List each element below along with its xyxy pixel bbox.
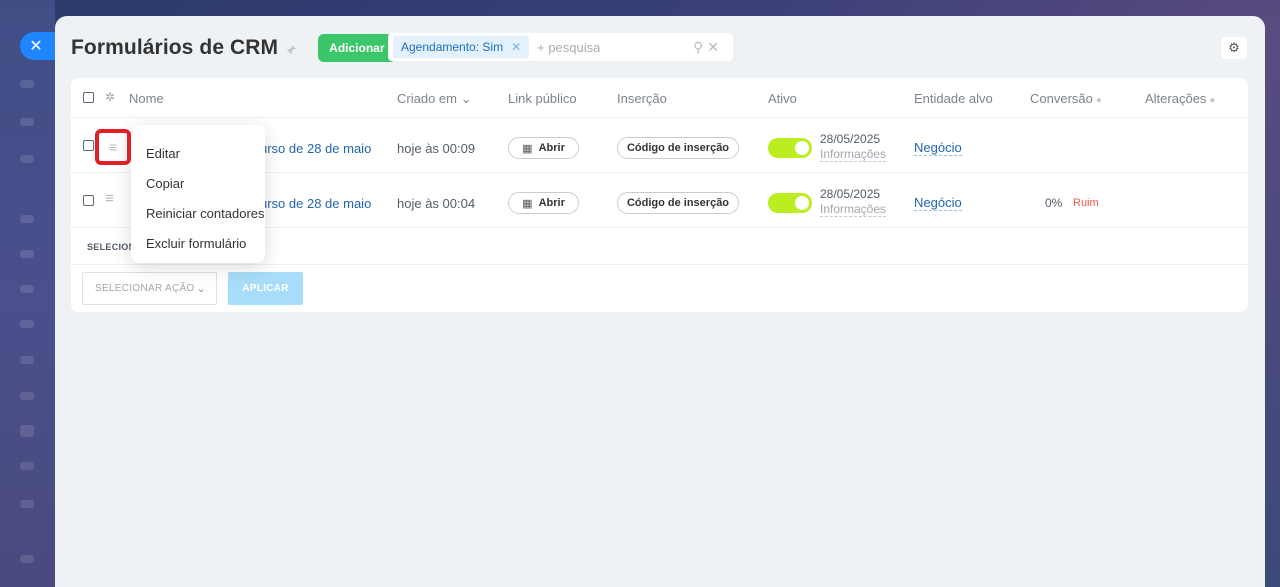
menu-item-reset-counters[interactable]: Reiniciar contadores — [131, 198, 265, 228]
search-icon[interactable]: ⚲✕ — [693, 39, 723, 56]
row-menu-icon: ≡ — [109, 139, 118, 155]
active-info-link[interactable]: Informações — [820, 147, 887, 162]
open-link-button[interactable]: ▦ Abrir — [508, 137, 579, 159]
column-header-conversion-label: Conversão — [1030, 91, 1093, 106]
action-select-label: SELECIONAR AÇÃO — [95, 283, 195, 294]
select-all-checkbox[interactable] — [83, 92, 94, 103]
sidebar-dot — [20, 500, 34, 508]
search-input[interactable]: + pesquisa — [537, 40, 693, 55]
open-link-label: Abrir — [538, 142, 565, 154]
conversion-value: 0% — [1045, 196, 1063, 210]
active-date: 28/05/2025 — [820, 132, 881, 146]
row-checkbox[interactable] — [83, 195, 94, 206]
chip-remove-icon[interactable]: ✕ — [511, 40, 521, 54]
target-entity-link[interactable]: Negócio — [914, 195, 962, 211]
sidebar-dot — [20, 155, 34, 163]
close-panel-button[interactable]: ✕ — [20, 32, 56, 60]
page-title: Formulários de CRM — [71, 36, 279, 59]
sort-chevron-icon: ⌄ — [460, 91, 472, 106]
sidebar-dot — [20, 392, 34, 400]
column-header-public-link[interactable]: Link público — [508, 91, 577, 106]
sidebar-dot — [20, 80, 34, 88]
column-header-active[interactable]: Ativo — [768, 91, 797, 106]
sidebar-dot — [20, 215, 34, 223]
chevron-down-icon: ⌄ — [196, 283, 206, 295]
apply-button[interactable]: APLICAR — [228, 272, 303, 305]
row-menu-highlight[interactable]: ≡ — [95, 129, 131, 165]
active-toggle[interactable] — [768, 138, 812, 158]
active-info-link[interactable]: Informações — [820, 202, 887, 217]
qr-code-icon: ▦ — [522, 142, 533, 155]
column-header-changes-label: Alterações — [1145, 91, 1207, 106]
insertion-code-button[interactable]: Código de inserção — [617, 137, 739, 159]
form-name-link[interactable]: urso de 28 de maio — [260, 141, 371, 156]
action-select[interactable]: SELECIONAR AÇÃO ⌄ — [82, 272, 217, 305]
pin-icon[interactable] — [286, 44, 297, 58]
row-menu-icon[interactable]: ≡ — [105, 190, 114, 207]
filter-chip-label: Agendamento: Sim — [401, 40, 504, 54]
created-date: hoje às 00:09 — [397, 141, 476, 156]
sidebar-dot — [20, 356, 34, 364]
column-header-insertion[interactable]: Inserção — [617, 91, 667, 106]
active-info-block: 28/05/2025 Informações — [820, 132, 887, 162]
menu-item-edit[interactable]: Editar — [131, 138, 265, 168]
active-info-block: 28/05/2025 Informações — [820, 187, 887, 217]
column-header-changes[interactable]: Alterações ● — [1145, 91, 1215, 106]
created-date: hoje às 00:04 — [397, 196, 476, 211]
sidebar-dot — [20, 555, 34, 563]
column-header-target-entity[interactable]: Entidade alvo — [914, 91, 993, 106]
close-icon: ✕ — [29, 38, 43, 55]
conversion-status-badge: Ruim — [1073, 197, 1099, 209]
filter-chip[interactable]: Agendamento: Sim ✕ — [393, 36, 530, 58]
row-checkbox[interactable] — [83, 140, 94, 151]
menu-item-copy[interactable]: Copiar — [131, 168, 265, 198]
filter-search-box[interactable]: Agendamento: Sim ✕ + pesquisa ⚲✕ — [388, 33, 733, 61]
sidebar-dot — [20, 320, 34, 328]
form-name-link[interactable]: urso de 28 de maio — [260, 196, 371, 211]
sidebar-dot — [20, 118, 34, 126]
active-toggle[interactable] — [768, 193, 812, 213]
qr-code-icon: ▦ — [522, 197, 533, 210]
active-date: 28/05/2025 — [820, 187, 881, 201]
column-header-conversion[interactable]: Conversão ● — [1030, 91, 1102, 106]
open-link-label: Abrir — [538, 197, 565, 209]
sidebar-dot — [20, 250, 34, 258]
gear-icon: ⚙ — [1228, 40, 1240, 55]
insertion-code-button[interactable]: Código de inserção — [617, 192, 739, 214]
column-header-created[interactable]: Criado em ⌄ — [397, 91, 472, 107]
page-header: Formulários de CRM Adicionar — [71, 33, 396, 63]
column-header-name[interactable]: Nome — [129, 91, 164, 106]
open-link-button[interactable]: ▦ Abrir — [508, 192, 579, 214]
menu-item-delete-form[interactable]: Excluir formulário — [131, 228, 265, 258]
sidebar-dot — [20, 285, 34, 293]
add-button[interactable]: Adicionar — [318, 34, 396, 62]
grid-header-row: ✲ Nome Criado em ⌄ Link público Inserção… — [71, 78, 1248, 118]
row-context-menu: Editar Copiar Reiniciar contadores Exclu… — [131, 125, 265, 263]
sidebar-dot — [20, 425, 34, 437]
help-icon[interactable]: ● — [1096, 95, 1102, 106]
sidebar-dot — [20, 462, 34, 470]
crm-forms-panel: Formulários de CRM Adicionar Agendamento… — [55, 16, 1265, 587]
column-settings-icon[interactable]: ✲ — [105, 90, 115, 104]
help-icon[interactable]: ● — [1209, 95, 1215, 106]
target-entity-link[interactable]: Negócio — [914, 140, 962, 156]
settings-gear-button[interactable]: ⚙ — [1221, 37, 1247, 59]
column-header-created-label: Criado em — [397, 91, 457, 106]
left-sidebar-strip — [0, 0, 55, 587]
